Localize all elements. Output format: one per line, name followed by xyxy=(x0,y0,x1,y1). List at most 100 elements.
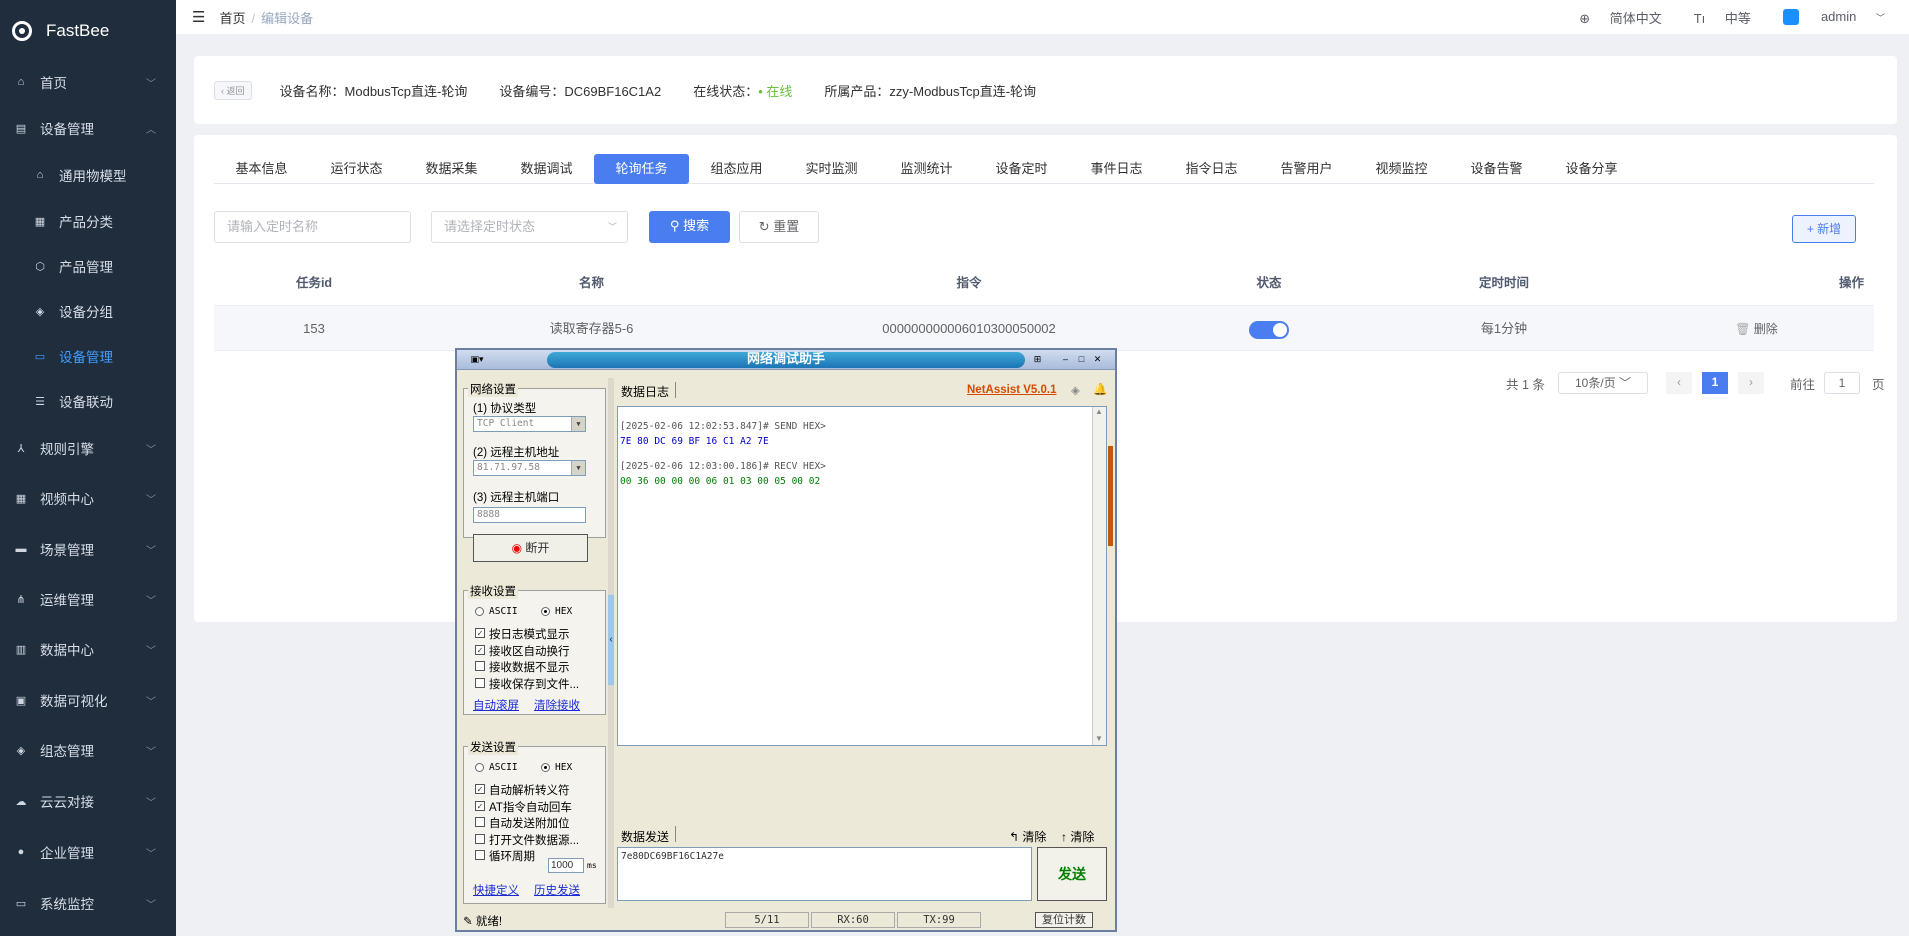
recv-checkbox-0[interactable]: ✓ xyxy=(475,628,485,638)
task-status-select[interactable]: 请选择定时状态 ﹀ xyxy=(431,211,628,243)
tab-9[interactable]: 事件日志 xyxy=(1069,154,1164,184)
recv-checkbox-2[interactable] xyxy=(475,661,485,671)
sidebar-item-0[interactable]: ⌂ 首页 ﹀ xyxy=(0,62,176,102)
breadcrumb-home[interactable]: 首页 xyxy=(219,11,245,26)
size-select[interactable]: Tı 中等 xyxy=(1678,8,1751,27)
sidebar-item-label: 企业管理 xyxy=(40,846,94,861)
recv-hex-radio[interactable] xyxy=(541,607,550,616)
maximize-icon[interactable]: □ xyxy=(1075,353,1088,365)
send-hex-radio[interactable] xyxy=(541,763,550,772)
disconnect-button[interactable]: ◉ 断开 xyxy=(473,534,588,562)
log-scrollbar[interactable]: ▲ ▼ xyxy=(1092,407,1106,745)
sidebar-item-14[interactable]: ◈ 组态管理 ﹀ xyxy=(0,730,176,770)
recv-checkbox-3[interactable] xyxy=(475,677,485,688)
delete-link[interactable]: 🗑 删除 xyxy=(1639,306,1874,352)
tab-10[interactable]: 指令日志 xyxy=(1164,154,1259,184)
page-size-select[interactable]: 10条/页 ﹀ xyxy=(1558,372,1648,394)
sidebar-item-7[interactable]: ☰ 设备联动 xyxy=(0,381,176,421)
bell-icon[interactable]: 🔔 xyxy=(1093,382,1107,396)
collapse-handle-icon[interactable]: ‹ xyxy=(608,595,614,685)
sidebar-item-6[interactable]: ▭ 设备管理 xyxy=(0,336,176,376)
clear-send-button-1[interactable]: ↰ 清除 xyxy=(1009,828,1046,845)
sidebar-item-2[interactable]: ⌂ 通用物模型 xyxy=(0,155,176,195)
tab-14[interactable]: 设备分享 xyxy=(1544,154,1639,184)
reset-button[interactable]: ↻ 重置 xyxy=(739,211,819,243)
shortcut-define-link[interactable]: 快捷定义 xyxy=(473,882,519,898)
protocol-select[interactable]: TCP Client ▼ xyxy=(473,416,586,432)
language-select[interactable]: ⊕ 简体中文 xyxy=(1563,8,1662,27)
send-ascii-radio[interactable] xyxy=(475,763,484,772)
recv-checkbox-1[interactable]: ✓ xyxy=(475,644,485,655)
netassist-titlebar[interactable]: ▣▾ 网络调试助手 ⊞ – □ ✕ xyxy=(457,350,1115,370)
sidebar-item-10[interactable]: ▬ 场景管理 ﹀ xyxy=(0,529,176,569)
toggle-switch[interactable] xyxy=(1249,320,1289,339)
sidebar-item-9[interactable]: ▦ 视频中心 ﹀ xyxy=(0,478,176,518)
port-input[interactable]: 8888 xyxy=(473,507,586,523)
tab-13[interactable]: 设备告警 xyxy=(1449,154,1544,184)
task-status-switch[interactable] xyxy=(1169,306,1369,352)
data-log-area[interactable]: [2025-02-06 12:02:53.847]# SEND HEX> 7E 8… xyxy=(617,406,1107,746)
task-name-input[interactable]: 请输入定时名称 xyxy=(214,211,411,243)
data-log-tab[interactable]: 数据日志 xyxy=(621,383,669,400)
sidebar-item-8[interactable]: ⅄ 规则引擎 ﹀ xyxy=(0,428,176,468)
sidebar-item-4[interactable]: ⬡ 产品管理 xyxy=(0,246,176,286)
sidebar-item-1[interactable]: ▤ 设备管理 ︿ xyxy=(0,108,176,148)
diamond-icon[interactable]: ◈ xyxy=(1071,383,1080,397)
goto-input[interactable]: 1 xyxy=(1824,372,1860,394)
pin-icon[interactable]: ⊞ xyxy=(1031,353,1044,365)
hamburger-icon[interactable]: ☰ xyxy=(192,8,205,26)
period-input[interactable]: 1000 xyxy=(548,858,584,873)
scene-icon: ▬ xyxy=(15,543,27,555)
next-page-button[interactable]: › xyxy=(1738,372,1764,394)
system-menu-icon[interactable]: ▣▾ xyxy=(463,353,491,365)
tab-1[interactable]: 运行状态 xyxy=(309,154,404,184)
page-1-button[interactable]: 1 xyxy=(1702,372,1728,394)
send-checkbox-2[interactable] xyxy=(475,817,485,827)
prev-page-button[interactable]: ‹ xyxy=(1666,372,1692,394)
sidebar-item-16[interactable]: ● 企业管理 ﹀ xyxy=(0,832,176,872)
user-menu[interactable]: admin ﹀ xyxy=(1767,9,1885,26)
send-checkbox-3[interactable] xyxy=(475,833,485,844)
tab-5[interactable]: 组态应用 xyxy=(689,154,784,184)
sidebar-item-5[interactable]: ◈ 设备分组 xyxy=(0,291,176,331)
back-button[interactable]: ‹ 返回 xyxy=(214,80,252,100)
data-send-tab[interactable]: 数据发送 xyxy=(621,828,669,845)
reset-count-button[interactable]: 复位计数 xyxy=(1035,912,1093,928)
sidebar-item-17[interactable]: ▭ 系统监控 ﹀ xyxy=(0,883,176,923)
tab-2[interactable]: 数据采集 xyxy=(404,154,499,184)
history-send-link[interactable]: 历史发送 xyxy=(534,882,580,898)
sidebar-item-12[interactable]: ▥ 数据中心 ﹀ xyxy=(0,629,176,669)
clear-receive-link[interactable]: 清除接收 xyxy=(534,697,580,713)
tab-7[interactable]: 监测统计 xyxy=(879,154,974,184)
group-icon: ◈ xyxy=(35,305,45,318)
tab-0[interactable]: 基本信息 xyxy=(214,154,309,184)
sidebar-item-15[interactable]: ☁ 云云对接 ﹀ xyxy=(0,781,176,821)
tab-3[interactable]: 数据调试 xyxy=(499,154,594,184)
status-ready: ✎ 就绪! xyxy=(463,916,503,928)
tab-6[interactable]: 实时监测 xyxy=(784,154,879,184)
send-textarea[interactable]: 7e80DC69BF16C1A27e xyxy=(617,847,1032,901)
close-icon[interactable]: ✕ xyxy=(1091,353,1104,365)
minimize-icon[interactable]: – xyxy=(1059,353,1072,365)
tab-8[interactable]: 设备定时 xyxy=(974,154,1069,184)
sidebar-item-13[interactable]: ▣ 数据可视化 ﹀ xyxy=(0,680,176,720)
recv-ascii-radio[interactable] xyxy=(475,607,484,616)
send-checkbox-4[interactable] xyxy=(475,850,485,860)
tab-11[interactable]: 告警用户 xyxy=(1259,154,1354,184)
auto-scroll-link[interactable]: 自动滚屏 xyxy=(473,697,519,713)
search-button[interactable]: ⚲ 搜索 xyxy=(649,211,730,243)
add-button[interactable]: + 新增 xyxy=(1792,215,1856,243)
send-checkbox-1[interactable]: ✓ xyxy=(475,800,485,811)
tab-12[interactable]: 视频监控 xyxy=(1354,154,1449,184)
clear-send-button-2[interactable]: ↑ 清除 xyxy=(1061,828,1094,845)
sidebar-item-3[interactable]: ▦ 产品分类 xyxy=(0,201,176,241)
send-button[interactable]: 发送 xyxy=(1037,847,1107,901)
column-header: 定时时间 xyxy=(1478,276,1529,290)
send-checkbox-0[interactable]: ✓ xyxy=(475,784,485,794)
tab-4[interactable]: 轮询任务 xyxy=(594,154,689,184)
netassist-brand-link[interactable]: NetAssist V5.0.1 xyxy=(967,384,1057,396)
app-logo[interactable]: FastBee xyxy=(0,0,176,62)
host-input[interactable]: 81.71.97.58 ▼ xyxy=(473,460,586,476)
table-row[interactable]: 153 读取寄存器5-6 000000000006010300050002 每1… xyxy=(214,305,1874,351)
sidebar-item-11[interactable]: ⋔ 运维管理 ﹀ xyxy=(0,579,176,619)
